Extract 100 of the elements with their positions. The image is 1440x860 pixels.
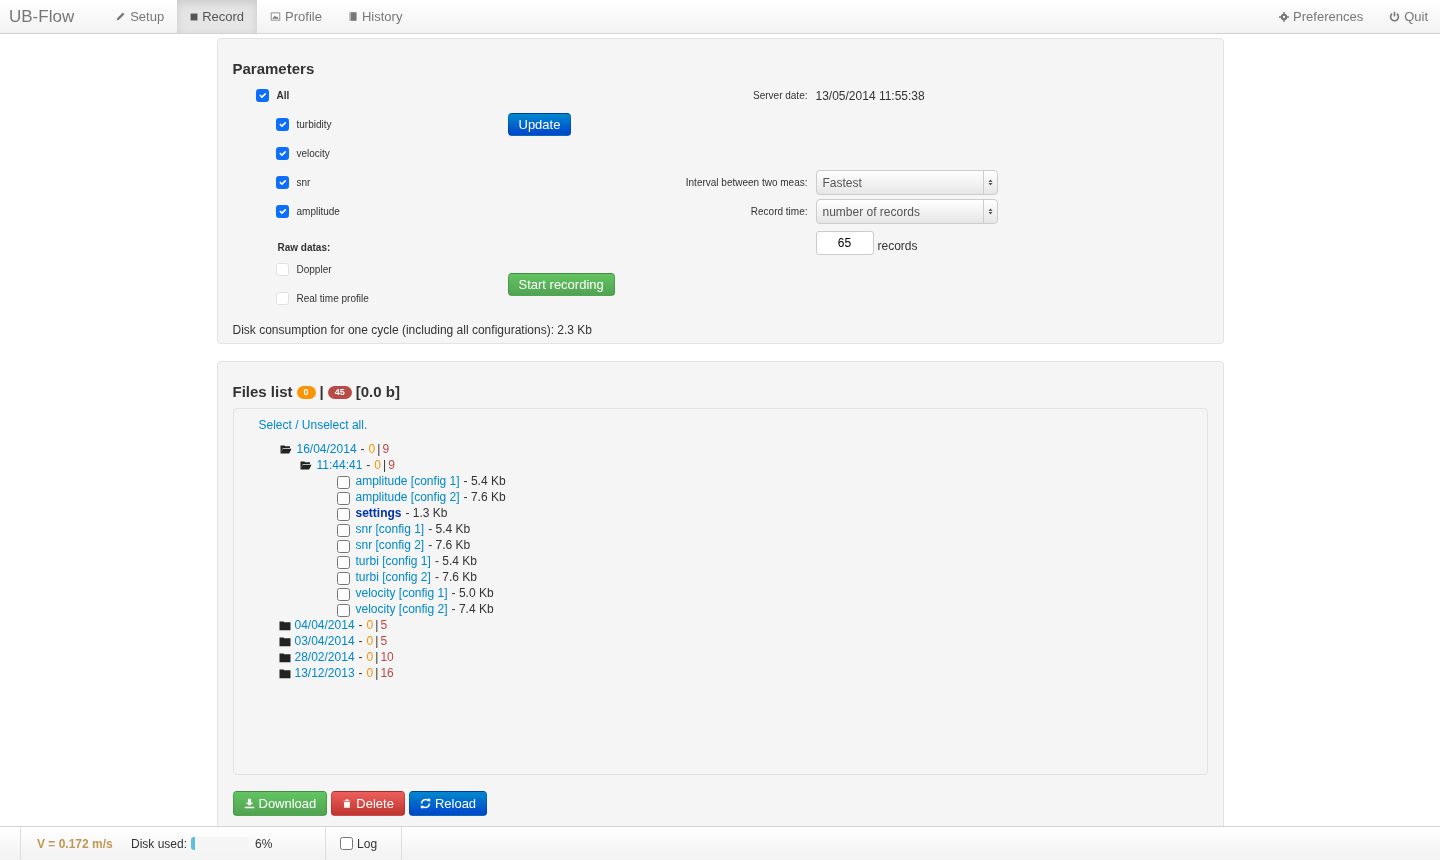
file-size: - 7.6 Kb bbox=[434, 569, 477, 585]
checkbox[interactable] bbox=[336, 523, 350, 537]
checkbox-label: velocity bbox=[296, 147, 330, 161]
nav-tab[interactable]: Record bbox=[177, 0, 258, 33]
file-link[interactable]: velocity [config 1] bbox=[355, 585, 448, 601]
select-dropdown[interactable]: number of records bbox=[815, 199, 998, 224]
size-text: [0.0 b] bbox=[355, 382, 400, 402]
checkbox[interactable] bbox=[275, 118, 289, 131]
book-icon bbox=[347, 11, 358, 22]
brand-title: UB-Flow bbox=[8, 5, 76, 28]
checkbox-label: Log bbox=[357, 835, 378, 853]
checkbox[interactable] bbox=[275, 176, 289, 189]
field-label: Interval between two meas: bbox=[685, 176, 808, 190]
selected-count: 0 bbox=[366, 633, 374, 649]
file-link[interactable]: amplitude [config 1] bbox=[355, 473, 460, 489]
folder-link[interactable]: 16/04/2014 bbox=[296, 441, 357, 457]
folder-link[interactable]: 28/02/2014 bbox=[294, 649, 355, 665]
separator-text: | bbox=[377, 441, 381, 457]
square-icon bbox=[190, 12, 199, 21]
disk-percent: 6% bbox=[255, 835, 274, 853]
checkbox[interactable] bbox=[336, 603, 350, 617]
nav-tab[interactable]: History bbox=[334, 0, 416, 33]
file-size: - 7.6 Kb bbox=[428, 537, 471, 553]
file-size: - 1.3 Kb bbox=[405, 505, 448, 521]
file-link[interactable]: snr [config 1] bbox=[355, 521, 425, 537]
file-link[interactable]: amplitude [config 2] bbox=[355, 489, 460, 505]
folder-link[interactable]: 11:44:41 bbox=[316, 457, 363, 473]
count-badge: 45 bbox=[327, 385, 352, 399]
trash-icon bbox=[342, 798, 353, 809]
panel-title: Parameters bbox=[232, 59, 316, 79]
checkbox[interactable] bbox=[336, 571, 350, 585]
selected-count: 0 bbox=[366, 617, 374, 633]
picture-icon bbox=[270, 11, 282, 22]
count-badge: 0 bbox=[296, 385, 316, 399]
file-size: - 5.0 Kb bbox=[451, 585, 494, 601]
folder-link[interactable]: 13/12/2013 bbox=[294, 665, 355, 681]
separator-text: - bbox=[358, 665, 363, 681]
section-label: Raw datas: bbox=[277, 241, 331, 255]
file-link[interactable]: turbi [config 1] bbox=[355, 553, 431, 569]
separator-text: | bbox=[375, 649, 379, 665]
nav-link[interactable]: Quit bbox=[1376, 0, 1440, 33]
start-recording-button[interactable]: Start recording bbox=[507, 272, 615, 296]
checkbox[interactable] bbox=[336, 507, 350, 521]
checkbox[interactable] bbox=[275, 205, 289, 218]
checkbox-label: All bbox=[276, 89, 290, 103]
disk-label: Disk used: bbox=[131, 835, 188, 853]
action-button[interactable]: Download bbox=[232, 791, 328, 816]
separator-text: | bbox=[375, 665, 379, 681]
selected-count: 0 bbox=[368, 441, 376, 457]
checkbox-label: amplitude bbox=[296, 205, 340, 219]
checkbox[interactable] bbox=[340, 837, 354, 850]
total-count: 5 bbox=[380, 633, 388, 649]
pencil-icon bbox=[115, 11, 127, 22]
field-label: Record time: bbox=[750, 205, 808, 219]
action-button[interactable]: Reload bbox=[408, 791, 488, 816]
checkbox[interactable] bbox=[255, 89, 269, 102]
action-button[interactable]: Delete bbox=[331, 791, 405, 816]
field-label: Server date: bbox=[753, 89, 808, 103]
file-size: - 5.4 Kb bbox=[428, 521, 471, 537]
selected-count: 0 bbox=[374, 457, 381, 473]
file-link[interactable]: settings bbox=[355, 505, 402, 521]
nav-tab[interactable]: Setup bbox=[102, 0, 178, 33]
total-count: 9 bbox=[382, 441, 390, 457]
velocity-reading: V = 0.172 m/s bbox=[37, 835, 114, 853]
up-down-arrows-icon bbox=[986, 206, 994, 217]
separator-text: - bbox=[366, 457, 371, 473]
file-size: - 7.4 Kb bbox=[451, 601, 494, 617]
checkbox-label: snr bbox=[296, 176, 311, 190]
update-button[interactable]: Update bbox=[507, 113, 572, 136]
folder-link[interactable]: 03/04/2014 bbox=[294, 633, 355, 649]
file-link[interactable]: turbi [config 2] bbox=[355, 569, 431, 585]
checkbox[interactable] bbox=[336, 491, 350, 505]
select-all-link[interactable]: Select / Unselect all. bbox=[258, 417, 368, 433]
nav-link[interactable]: Preferences bbox=[1266, 0, 1377, 33]
divider-text: | bbox=[319, 382, 324, 402]
checkbox[interactable] bbox=[336, 587, 350, 601]
download-icon bbox=[243, 798, 255, 809]
select-dropdown[interactable]: Fastest bbox=[815, 170, 998, 195]
total-count: 9 bbox=[388, 457, 395, 473]
file-size: - 5.4 Kb bbox=[463, 473, 506, 489]
separator-text: - bbox=[358, 633, 363, 649]
refresh-icon bbox=[419, 798, 431, 809]
file-link[interactable]: snr [config 2] bbox=[355, 537, 425, 553]
checkbox[interactable] bbox=[336, 539, 350, 553]
file-size: - 7.6 Kb bbox=[463, 489, 506, 505]
checkbox[interactable] bbox=[336, 475, 350, 489]
checkbox[interactable] bbox=[336, 555, 350, 569]
checkbox[interactable] bbox=[275, 147, 289, 160]
file-link[interactable]: velocity [config 2] bbox=[355, 601, 448, 617]
checkbox-label: Real time profile bbox=[296, 292, 369, 306]
file-size: - 5.4 Kb bbox=[434, 553, 477, 569]
total-count: 16 bbox=[380, 665, 394, 681]
up-down-arrows-icon bbox=[986, 177, 994, 188]
nav-tab[interactable]: Profile bbox=[257, 0, 335, 33]
checkbox-label: turbidity bbox=[296, 118, 332, 132]
number-input[interactable]: 65 bbox=[815, 231, 874, 255]
unit-label: records bbox=[877, 238, 918, 255]
server-date: 13/05/2014 11:55:38 bbox=[815, 87, 925, 105]
folder-link[interactable]: 04/04/2014 bbox=[294, 617, 355, 633]
checkbox-label: Doppler bbox=[296, 263, 332, 277]
